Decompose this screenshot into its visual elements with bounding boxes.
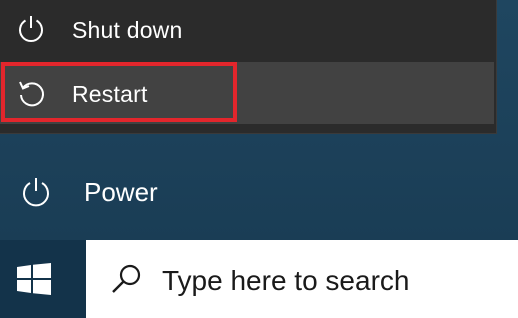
shut-down-label: Shut down (72, 17, 183, 43)
power-icon (16, 14, 46, 44)
search-input[interactable]: Type here to search (86, 240, 518, 318)
power-flyout-menu: Shut down Restart (0, 0, 497, 134)
search-icon (110, 262, 144, 296)
shut-down-menu-item[interactable]: Shut down (0, 0, 497, 60)
restart-label: Restart (72, 81, 148, 107)
power-icon (20, 176, 52, 208)
power-button[interactable]: Power (0, 160, 518, 224)
taskbar: Type here to search (0, 240, 518, 318)
restart-icon (16, 78, 46, 108)
search-placeholder: Type here to search (162, 265, 410, 296)
restart-menu-item[interactable]: Restart (0, 62, 494, 124)
start-button[interactable] (0, 240, 86, 318)
power-label: Power (84, 177, 158, 207)
windows-logo-icon (17, 263, 51, 295)
